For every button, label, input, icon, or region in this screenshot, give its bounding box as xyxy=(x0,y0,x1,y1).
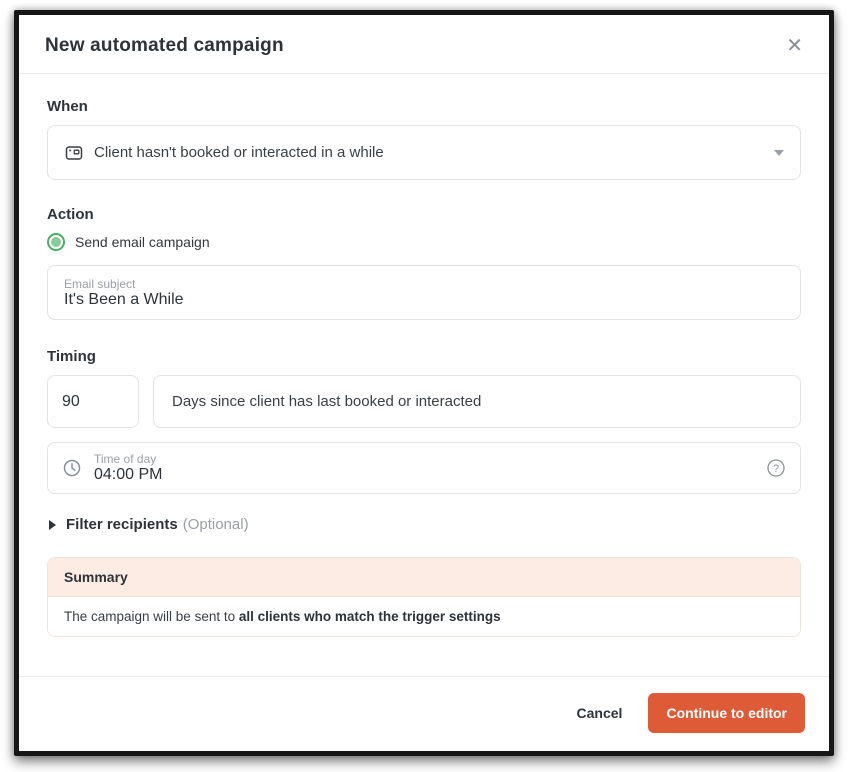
radio-selected-icon xyxy=(47,233,65,251)
trigger-select[interactable]: Client hasn't booked or interacted in a … xyxy=(47,125,801,180)
new-automated-campaign-dialog: New automated campaign ✕ When Client has… xyxy=(14,10,834,756)
summary-box: Summary The campaign will be sent to all… xyxy=(47,557,801,637)
days-description-field[interactable]: Days since client has last booked or int… xyxy=(153,375,801,428)
screenshot-stage: New automated campaign ✕ When Client has… xyxy=(0,0,848,772)
timing-section-label: Timing xyxy=(47,348,96,365)
time-of-day-label: Time of day xyxy=(94,452,157,466)
email-subject-label: Email subject xyxy=(64,276,136,291)
when-section-label: When xyxy=(47,98,88,115)
summary-text: The campaign will be sent to all clients… xyxy=(48,596,800,636)
action-section-label: Action xyxy=(47,206,94,223)
summary-text-bold: all clients who match the trigger settin… xyxy=(238,609,501,624)
close-icon[interactable]: ✕ xyxy=(786,36,803,56)
filter-recipients-toggle[interactable]: Filter recipients (Optional) xyxy=(49,516,801,533)
chevron-down-icon xyxy=(774,149,784,156)
dialog-header: New automated campaign ✕ xyxy=(19,15,829,74)
time-of-day-field[interactable]: Time of day 04:00 PM ? xyxy=(47,442,801,494)
dialog-title: New automated campaign xyxy=(45,35,284,56)
email-subject-value: It's Been a While xyxy=(64,290,184,308)
continue-to-editor-button[interactable]: Continue to editor xyxy=(648,693,805,733)
summary-text-prefix: The campaign will be sent to xyxy=(64,609,239,624)
dialog-footer: Cancel Continue to editor xyxy=(19,676,829,751)
send-email-campaign-radio[interactable]: Send email campaign xyxy=(47,233,801,251)
triangle-right-icon xyxy=(49,519,56,530)
summary-title: Summary xyxy=(48,558,800,596)
help-icon[interactable]: ? xyxy=(766,458,786,478)
filter-optional-label: (Optional) xyxy=(182,516,249,533)
clock-icon xyxy=(62,458,82,478)
dialog-body: When Client hasn't booked or interacted … xyxy=(19,74,829,676)
filter-recipients-label: Filter recipients xyxy=(66,516,178,533)
calendar-booking-icon xyxy=(64,143,84,163)
days-input[interactable]: 90 xyxy=(47,375,139,428)
days-description: Days since client has last booked or int… xyxy=(172,393,482,410)
time-of-day-value: 04:00 PM xyxy=(94,466,163,483)
timing-row: 90 Days since client has last booked or … xyxy=(47,375,801,428)
email-subject-field[interactable]: Email subject It's Been a While xyxy=(47,265,801,320)
radio-label: Send email campaign xyxy=(75,234,210,250)
svg-text:?: ? xyxy=(773,463,779,475)
days-value: 90 xyxy=(62,392,80,410)
time-of-day-texts: Time of day 04:00 PM xyxy=(94,452,766,484)
cancel-button[interactable]: Cancel xyxy=(577,705,623,721)
trigger-select-value: Client hasn't booked or interacted in a … xyxy=(94,144,384,161)
